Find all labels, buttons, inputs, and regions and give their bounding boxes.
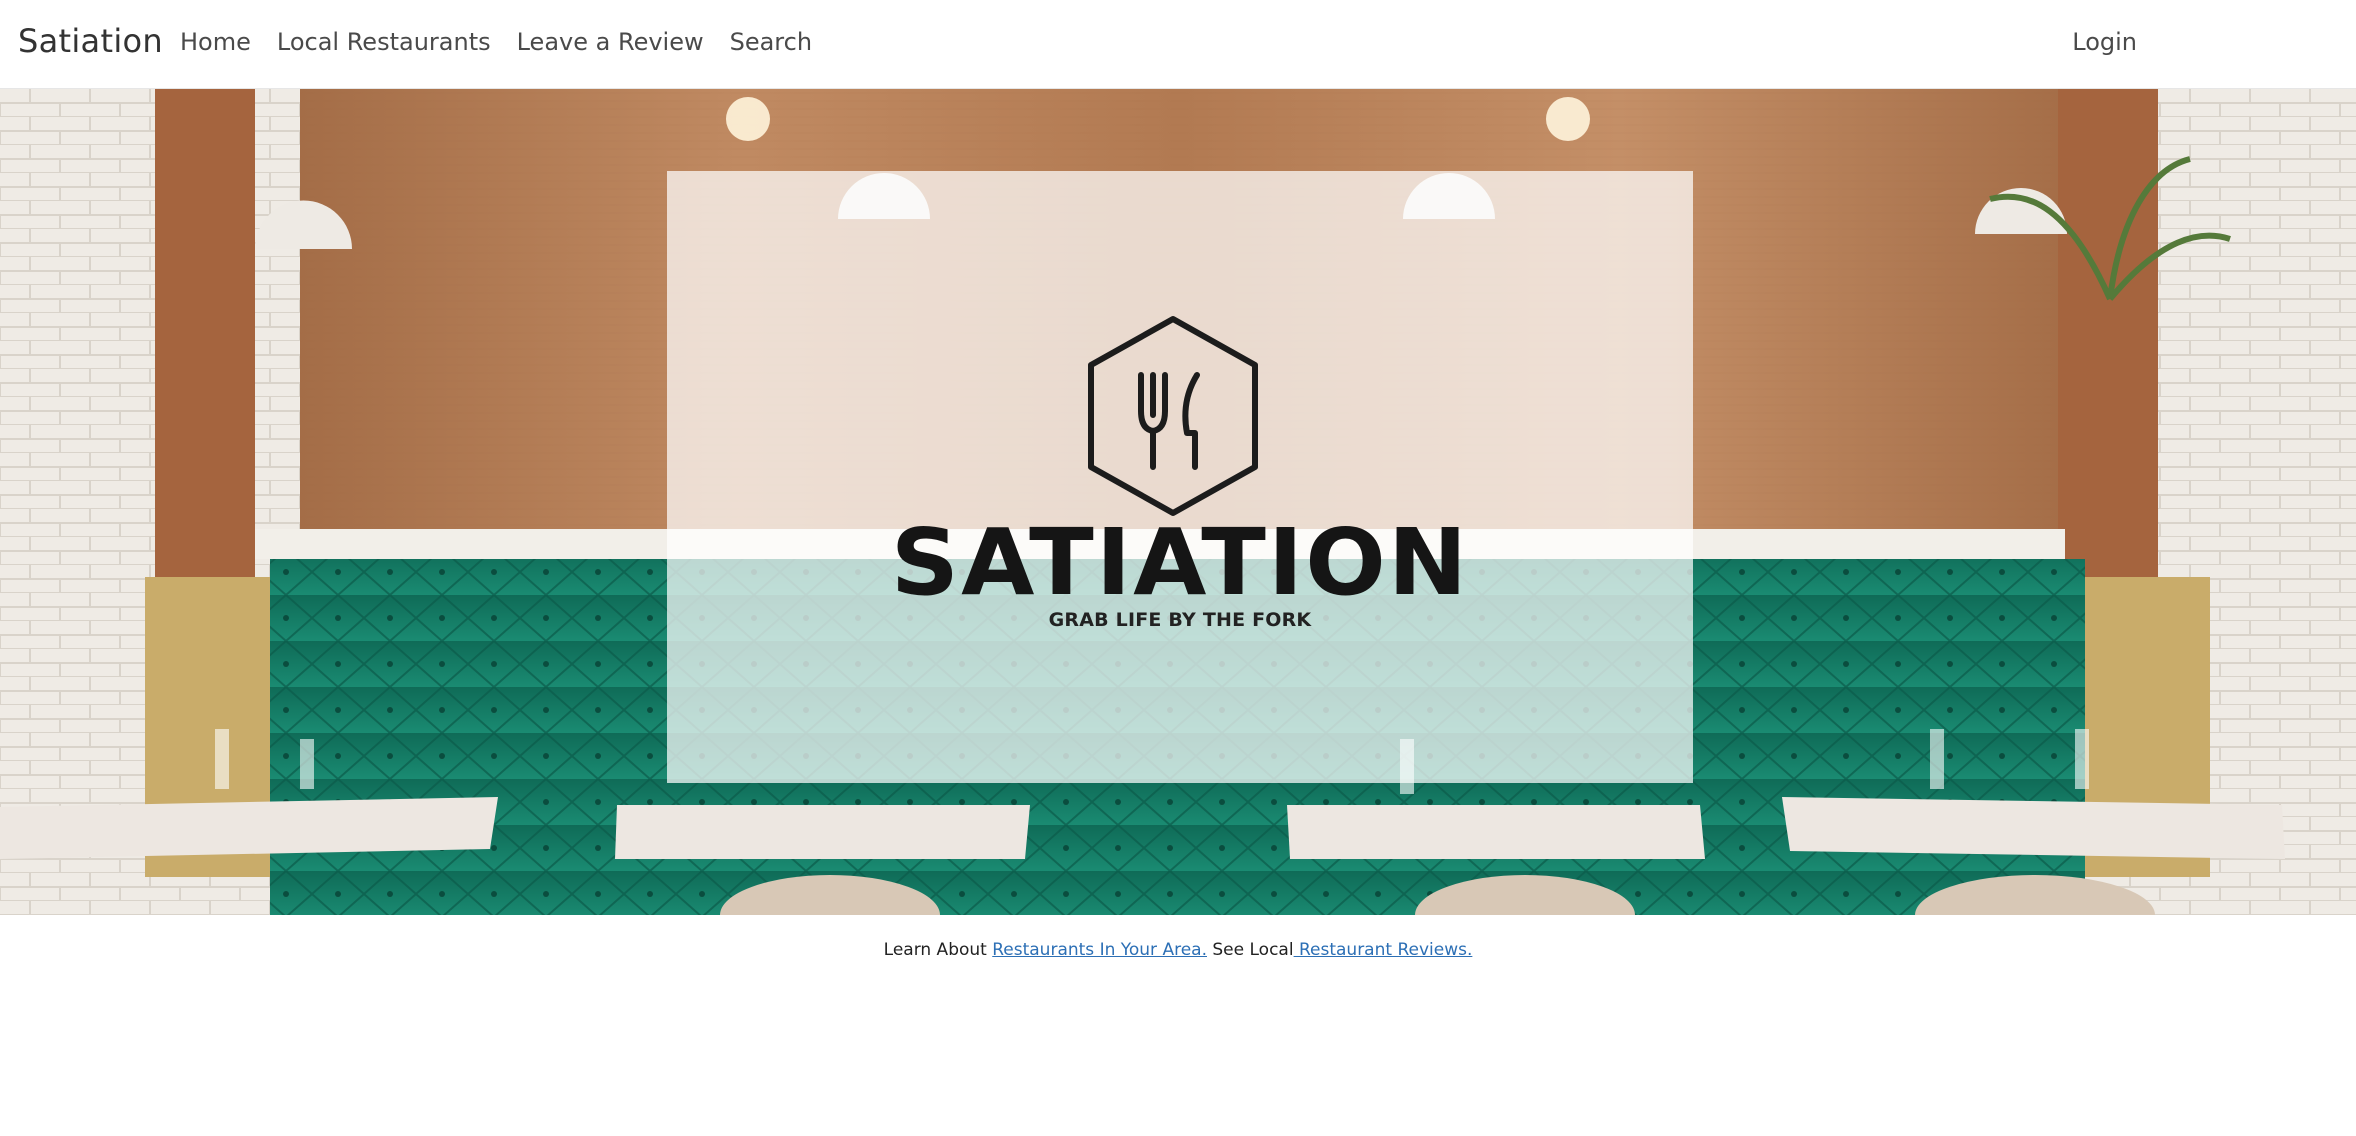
logo-tagline: GRAB LIFE BY THE FORK [1048,609,1312,631]
intro-text: Learn About Restaurants In Your Area. Se… [0,940,2356,960]
intro-middle: See Local [1206,940,1294,960]
restaurants-in-area-link[interactable]: Restaurants In Your Area. [992,940,1207,960]
login-link[interactable]: Login [2072,28,2137,56]
intro-prefix: Learn About [883,940,993,960]
nav-links: Home Local Restaurants Leave a Review Se… [180,28,812,56]
fork-knife-hexagon-icon [1088,316,1258,516]
nav-search-link[interactable]: Search [730,28,812,56]
logo-card: SATIATION GRAB LIFE BY THE FORK [667,171,1693,783]
brand-link[interactable]: Satiation [18,22,163,60]
restaurant-reviews-link[interactable]: Restaurant Reviews. [1294,940,1472,960]
logo-wordmark: SATIATION [890,509,1470,616]
hero-banner: SATIATION GRAB LIFE BY THE FORK [0,89,2356,915]
top-navbar: Satiation Home Local Restaurants Leave a… [0,0,2356,89]
nav-local-restaurants-link[interactable]: Local Restaurants [277,28,491,56]
nav-home-link[interactable]: Home [180,28,251,56]
nav-leave-review-link[interactable]: Leave a Review [517,28,704,56]
